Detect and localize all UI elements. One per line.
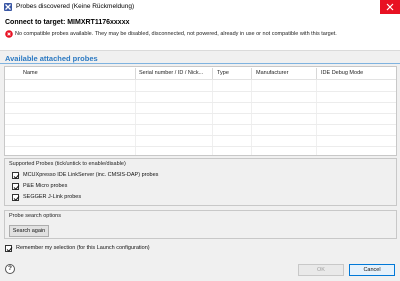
close-icon bbox=[386, 3, 394, 11]
remember-selection-checkbox[interactable]: Remember my selection (for this Launch c… bbox=[5, 245, 305, 253]
check-icon bbox=[6, 247, 13, 252]
checkbox-box[interactable] bbox=[5, 245, 13, 252]
column-header-serial[interactable]: Serial number / ID / Nick... bbox=[139, 70, 203, 76]
dialog-header: Connect to target: MIMXRT1176xxxxx No co… bbox=[0, 14, 400, 51]
check-icon bbox=[13, 196, 20, 201]
supported-probes-label: Supported Probes (tick/untick to enable/… bbox=[9, 161, 126, 167]
section-divider bbox=[0, 63, 400, 64]
error-message: No compatible probes available. They may… bbox=[15, 31, 337, 37]
search-options-group: Probe search options Search again bbox=[4, 210, 397, 239]
dialog-title: Connect to target: MIMXRT1176xxxxx bbox=[5, 19, 130, 26]
checkbox-segger[interactable]: SEGGER J-Link probes bbox=[12, 194, 312, 202]
table-row bbox=[5, 124, 396, 125]
supported-probes-group: Supported Probes (tick/untick to enable/… bbox=[4, 158, 397, 206]
table-row bbox=[5, 135, 396, 136]
table-row bbox=[5, 102, 396, 103]
checkbox-label: MCUXpresso IDE LinkServer (inc. CMSIS-DA… bbox=[23, 172, 159, 178]
column-separator[interactable] bbox=[135, 68, 136, 79]
column-header-manufacturer[interactable]: Manufacturer bbox=[256, 70, 288, 76]
remember-selection-label: Remember my selection (for this Launch c… bbox=[16, 245, 150, 251]
check-icon bbox=[13, 185, 20, 190]
cancel-button[interactable]: Cancel bbox=[349, 264, 395, 276]
table-row bbox=[5, 146, 396, 147]
probes-table[interactable]: Name Serial number / ID / Nick... Type M… bbox=[4, 66, 397, 156]
column-header-type[interactable]: Type bbox=[217, 70, 229, 76]
column-separator[interactable] bbox=[316, 68, 317, 79]
window-title: Probes discovered (Keine Rückmeldung) bbox=[16, 3, 135, 10]
checkbox-pemicro[interactable]: P&E Micro probes bbox=[12, 183, 312, 191]
x-app-icon bbox=[4, 3, 12, 11]
table-header: Name Serial number / ID / Nick... Type M… bbox=[5, 67, 396, 80]
error-icon bbox=[5, 30, 13, 38]
checkbox-label: SEGGER J-Link probes bbox=[23, 194, 82, 200]
table-row bbox=[5, 113, 396, 114]
checkbox-linkserver[interactable]: MCUXpresso IDE LinkServer (inc. CMSIS-DA… bbox=[12, 172, 312, 180]
column-separator[interactable] bbox=[212, 68, 213, 79]
header-divider bbox=[0, 50, 400, 51]
table-row bbox=[5, 91, 396, 92]
column-separator[interactable] bbox=[251, 68, 252, 79]
search-options-label: Probe search options bbox=[9, 213, 61, 219]
close-button[interactable] bbox=[380, 0, 400, 14]
ok-button[interactable]: OK bbox=[298, 264, 344, 276]
search-again-button[interactable]: Search again bbox=[9, 225, 49, 237]
title-bar: Probes discovered (Keine Rückmeldung) bbox=[0, 0, 400, 14]
column-header-debug-mode[interactable]: IDE Debug Mode bbox=[321, 70, 363, 76]
checkbox-box[interactable] bbox=[12, 183, 20, 190]
checkbox-label: P&E Micro probes bbox=[23, 183, 68, 189]
checkbox-box[interactable] bbox=[12, 194, 20, 201]
checkbox-box[interactable] bbox=[12, 172, 20, 179]
column-header-name[interactable]: Name bbox=[23, 70, 38, 76]
check-icon bbox=[13, 174, 20, 179]
dialog-footer: ? OK Cancel bbox=[0, 256, 400, 281]
probes-section-title: Available attached probes bbox=[5, 54, 98, 63]
help-icon[interactable]: ? bbox=[5, 264, 15, 274]
